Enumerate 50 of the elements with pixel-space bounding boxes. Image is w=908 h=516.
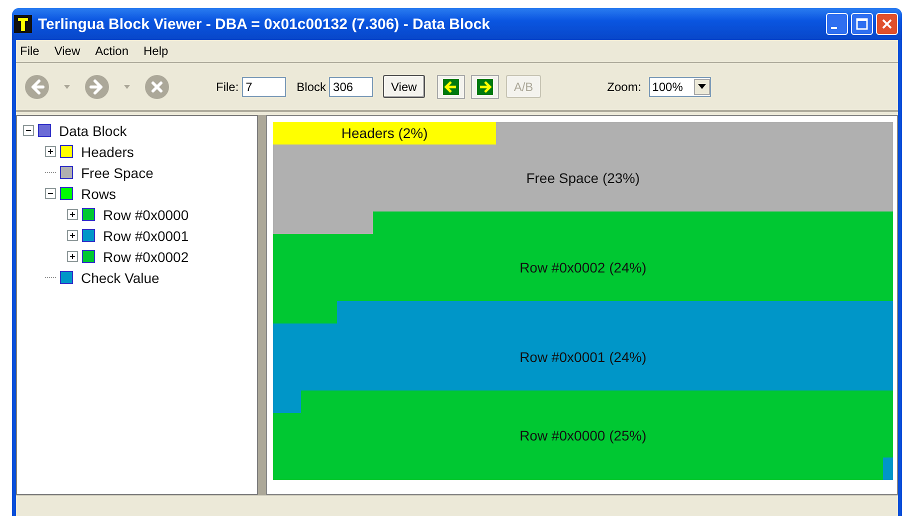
field-label: File:	[216, 80, 239, 94]
tree-item[interactable]: Rows	[81, 186, 116, 202]
plus-icon	[46, 147, 55, 156]
view-button[interactable]: View	[383, 75, 425, 98]
back-icon[interactable]	[24, 74, 50, 100]
previous-button[interactable]	[436, 74, 465, 98]
arrow-icon	[442, 78, 459, 94]
tree-item[interactable]: Row #0x0001	[103, 228, 189, 244]
menu-item[interactable]: View	[54, 44, 88, 58]
segment-label: Free Space (23%)	[526, 170, 640, 186]
next-button[interactable]	[470, 74, 499, 98]
arrow-icon	[476, 78, 493, 94]
tree-item[interactable]: Row #0x0000	[103, 206, 189, 222]
field-label: Block	[296, 80, 326, 94]
caret-icon	[698, 84, 706, 89]
expand-toggle[interactable]	[45, 146, 56, 157]
plus-icon	[68, 231, 77, 240]
expand-toggle[interactable]	[67, 251, 78, 262]
expand-toggle[interactable]	[67, 230, 78, 241]
segment-label: Headers (2%)	[341, 125, 428, 142]
collapse-toggle[interactable]	[23, 125, 34, 136]
menu-item[interactable]: Help	[144, 44, 176, 58]
app-icon	[14, 15, 32, 33]
segment-label: Row #0x0002 (24%)	[520, 259, 646, 276]
minimize-icon	[831, 27, 837, 29]
window-title: Terlingua Block Viewer - DBA = 0x01c00132 (7.306) - Data Block	[38, 16, 492, 32]
forward-icon[interactable]	[84, 74, 110, 100]
minimize-button[interactable]	[826, 13, 848, 35]
segment-label: Row #0x0001 (24%)	[520, 348, 646, 365]
plus-icon	[68, 252, 77, 261]
close-button[interactable]	[876, 13, 898, 35]
block-field[interactable]: 306	[329, 76, 374, 96]
maximize-button[interactable]	[851, 13, 873, 35]
tree-item[interactable]: Data Block	[59, 122, 127, 138]
menu-item[interactable]: Action	[95, 44, 136, 58]
tree-item[interactable]: Headers	[81, 144, 134, 160]
tree-item[interactable]: Row #0x0002	[103, 248, 189, 264]
segment-label: Row #0x0000 (25%)	[520, 427, 646, 444]
menu-item[interactable]: File	[20, 44, 46, 58]
maximize-icon	[856, 18, 868, 30]
collapse-toggle[interactable]	[45, 188, 56, 199]
tree-item[interactable]: Free Space	[81, 164, 154, 180]
close-icon	[881, 18, 893, 30]
zoom-dropdown[interactable]: 100%	[649, 76, 712, 96]
expand-toggle[interactable]	[67, 209, 78, 220]
plus-icon	[68, 210, 77, 219]
tree-item[interactable]: Check Value	[81, 270, 160, 286]
field-label: Zoom:	[607, 80, 642, 94]
stop-icon[interactable]	[144, 74, 170, 100]
file-field[interactable]: 7	[242, 76, 286, 96]
